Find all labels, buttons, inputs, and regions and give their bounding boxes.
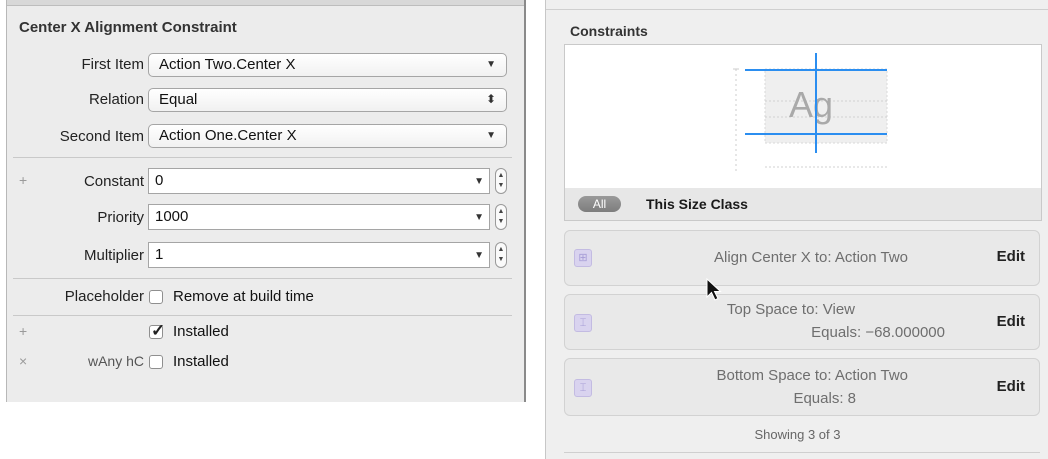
first-item-popup[interactable]: Action Two.Center X ▼ <box>148 53 507 77</box>
installed-label: Installed <box>173 323 229 340</box>
constraints-diagram: Ag <box>733 53 888 171</box>
placeholder-checkbox[interactable] <box>149 290 163 304</box>
constraint-description: Align Center X to: Action Two <box>714 249 908 266</box>
constraints-preview: Ag <box>564 44 1042 189</box>
add-size-class-icon[interactable]: + <box>19 323 27 339</box>
constant-stepper[interactable]: ▲ ▼ <box>495 168 507 194</box>
checkmark-icon: ✓ <box>151 321 166 340</box>
chevron-down-icon: ▼ <box>486 59 496 70</box>
constraint-inspector: Center X Alignment Constraint First Item… <box>6 0 526 402</box>
separator <box>13 157 512 158</box>
size-class-label: wAny hC <box>87 353 144 369</box>
constraint-row[interactable]: ⌶ Bottom Space to: Action Two Equals: 8 … <box>564 358 1040 416</box>
constant-label: Constant <box>83 173 144 190</box>
separator <box>13 315 512 316</box>
center-x-constraint-icon: ⊞ <box>574 249 592 267</box>
constraint-value: Equals: −68.000000 <box>811 324 945 341</box>
constraints-panel: Constraints Ag All This Size Class ⊞ Ali… <box>545 0 1048 459</box>
installed-checkbox[interactable]: ✓ <box>149 321 165 340</box>
multiplier-label: Multiplier <box>83 247 144 264</box>
chevron-down-icon: ▼ <box>486 130 496 141</box>
installed-size-class-checkbox[interactable] <box>149 355 163 369</box>
relation-popup[interactable]: Equal ⬍ <box>148 88 507 112</box>
constraint-row[interactable]: ⌶ Top Space to: View Equals: −68.000000 … <box>564 294 1040 350</box>
remove-size-class-icon[interactable]: × <box>19 353 27 369</box>
priority-stepper[interactable]: ▲ ▼ <box>495 204 507 230</box>
chevron-down-icon[interactable]: ▼ <box>474 244 484 268</box>
inspector-top-edge <box>7 0 524 6</box>
constant-field[interactable]: 0 ▼ <box>148 168 490 194</box>
priority-field[interactable]: 1000 ▼ <box>148 204 490 230</box>
constraint-description: Top Space to: View <box>726 301 855 318</box>
updown-chevron-icon: ⬍ <box>485 92 496 106</box>
priority-label: Priority <box>97 209 144 226</box>
separator <box>13 278 512 279</box>
edit-button[interactable]: Edit <box>997 378 1025 395</box>
placeholder-label: Placeholder <box>64 288 144 305</box>
multiplier-field[interactable]: 1 ▼ <box>148 242 490 268</box>
first-item-value: Action Two.Center X <box>159 56 296 73</box>
constraint-row[interactable]: ⊞ Align Center X to: Action Two Edit <box>564 230 1040 286</box>
chevron-down-icon[interactable]: ▼ <box>474 170 484 194</box>
size-class-filter-bar: All This Size Class <box>564 188 1042 221</box>
vertical-space-constraint-icon: ⌶ <box>574 314 592 332</box>
relation-label: Relation <box>88 91 144 108</box>
second-item-label: Second Item <box>59 128 144 145</box>
chevron-down-icon[interactable]: ▼ <box>474 206 484 230</box>
inspector-title: Center X Alignment Constraint <box>19 19 237 36</box>
constant-value: 0 <box>155 172 164 189</box>
edit-button[interactable]: Edit <box>997 248 1025 265</box>
showing-count: Showing 3 of 3 <box>754 427 841 442</box>
installed-size-class-label: Installed <box>173 353 229 370</box>
relation-value: Equal <box>159 91 198 108</box>
multiplier-stepper[interactable]: ▲ ▼ <box>495 242 507 268</box>
placeholder-option-label: Remove at build time <box>173 288 314 305</box>
constraints-title: Constraints <box>570 23 648 39</box>
filter-this-size-class-button[interactable]: This Size Class <box>646 196 748 212</box>
preview-sample-text: Ag <box>789 84 833 125</box>
constraint-description: Bottom Space to: Action Two <box>716 367 909 384</box>
panel-bottom-edge <box>564 452 1040 453</box>
first-item-label: First Item <box>81 56 145 73</box>
panel-top-edge <box>546 9 1048 10</box>
filter-all-button[interactable]: All <box>578 196 621 212</box>
constraint-value: Equals: 8 <box>793 390 856 407</box>
add-variation-icon[interactable]: + <box>19 172 27 188</box>
vertical-space-constraint-icon: ⌶ <box>574 379 592 397</box>
mouse-pointer-icon <box>706 278 722 301</box>
multiplier-value: 1 <box>155 246 164 263</box>
priority-value: 1000 <box>155 208 189 225</box>
second-item-popup[interactable]: Action One.Center X ▼ <box>148 124 507 148</box>
second-item-value: Action One.Center X <box>159 127 297 144</box>
edit-button[interactable]: Edit <box>997 313 1025 330</box>
